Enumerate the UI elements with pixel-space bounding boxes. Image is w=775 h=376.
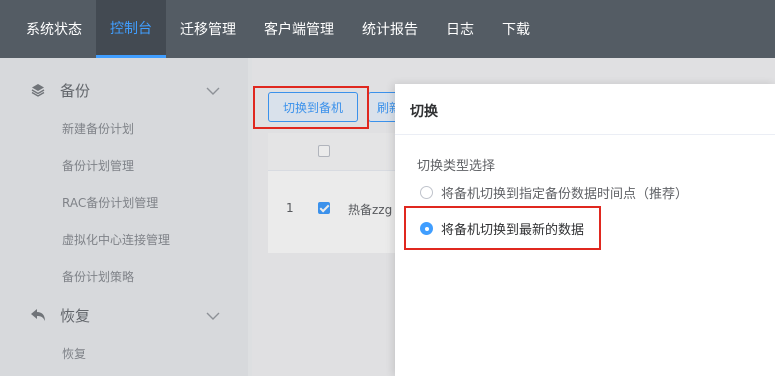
backup-table: 1 热备zzg xyxy=(268,133,398,253)
radio-button[interactable] xyxy=(420,222,433,235)
radio-option-point-in-time[interactable]: 将备机切换到指定备份数据时间点（推荐） xyxy=(420,183,688,202)
sidebar: 备份 新建备份计划 备份计划管理 RAC备份计划管理 虚拟化中心连接管理 备份计… xyxy=(0,58,248,376)
sidebar-item-backup-plan-policy[interactable]: 备份计划策略 xyxy=(0,258,248,295)
switch-to-standby-button[interactable]: 切换到备机 xyxy=(268,92,358,122)
sidebar-item-rac-backup-plan-management[interactable]: RAC备份计划管理 xyxy=(0,184,248,221)
sidebar-item-virtualization-center[interactable]: 虚拟化中心连接管理 xyxy=(0,221,248,258)
layers-icon xyxy=(30,82,46,98)
dialog-divider xyxy=(395,134,775,135)
top-nav: 系统状态 控制台 迁移管理 客户端管理 统计报告 日志 下载 xyxy=(0,0,775,58)
sidebar-item-backup-plan-management[interactable]: 备份计划管理 xyxy=(0,147,248,184)
undo-icon xyxy=(30,307,46,323)
nav-client-management[interactable]: 客户端管理 xyxy=(250,0,348,58)
switch-type-label: 切换类型选择 xyxy=(417,159,496,174)
nav-download[interactable]: 下载 xyxy=(488,0,544,58)
sidebar-item-restore[interactable]: 恢复 xyxy=(0,335,248,372)
radio-option-latest-data[interactable]: 将备机切换到最新的数据 xyxy=(420,219,584,238)
table-row[interactable]: 1 热备zzg xyxy=(268,171,398,247)
nav-system-status[interactable]: 系统状态 xyxy=(12,0,96,58)
nav-logs[interactable]: 日志 xyxy=(432,0,488,58)
nav-migration[interactable]: 迁移管理 xyxy=(166,0,250,58)
select-all-checkbox[interactable] xyxy=(318,145,330,157)
row-index: 1 xyxy=(286,201,294,215)
row-checkbox[interactable] xyxy=(318,202,330,214)
row-name: 热备zzg xyxy=(348,203,393,217)
radio-label: 将备机切换到最新的数据 xyxy=(441,223,585,238)
nav-console[interactable]: 控制台 xyxy=(96,0,166,58)
radio-button[interactable] xyxy=(420,186,433,199)
switch-dialog: 切换 切换类型选择 将备机切换到指定备份数据时间点（推荐） 将备机切换到最新的数… xyxy=(395,84,775,376)
dialog-title: 切换 xyxy=(410,104,438,120)
chevron-down-icon xyxy=(206,85,220,95)
sidebar-group-restore[interactable]: 恢复 xyxy=(0,295,248,335)
sidebar-group-backup[interactable]: 备份 xyxy=(0,70,248,110)
table-header xyxy=(268,133,398,171)
chevron-down-icon xyxy=(206,310,220,320)
radio-label: 将备机切换到指定备份数据时间点（推荐） xyxy=(441,187,689,202)
sidebar-group-label: 恢复 xyxy=(60,306,91,325)
sidebar-group-label: 备份 xyxy=(60,81,91,100)
nav-statistics[interactable]: 统计报告 xyxy=(348,0,432,58)
sidebar-item-new-backup-plan[interactable]: 新建备份计划 xyxy=(0,110,248,147)
